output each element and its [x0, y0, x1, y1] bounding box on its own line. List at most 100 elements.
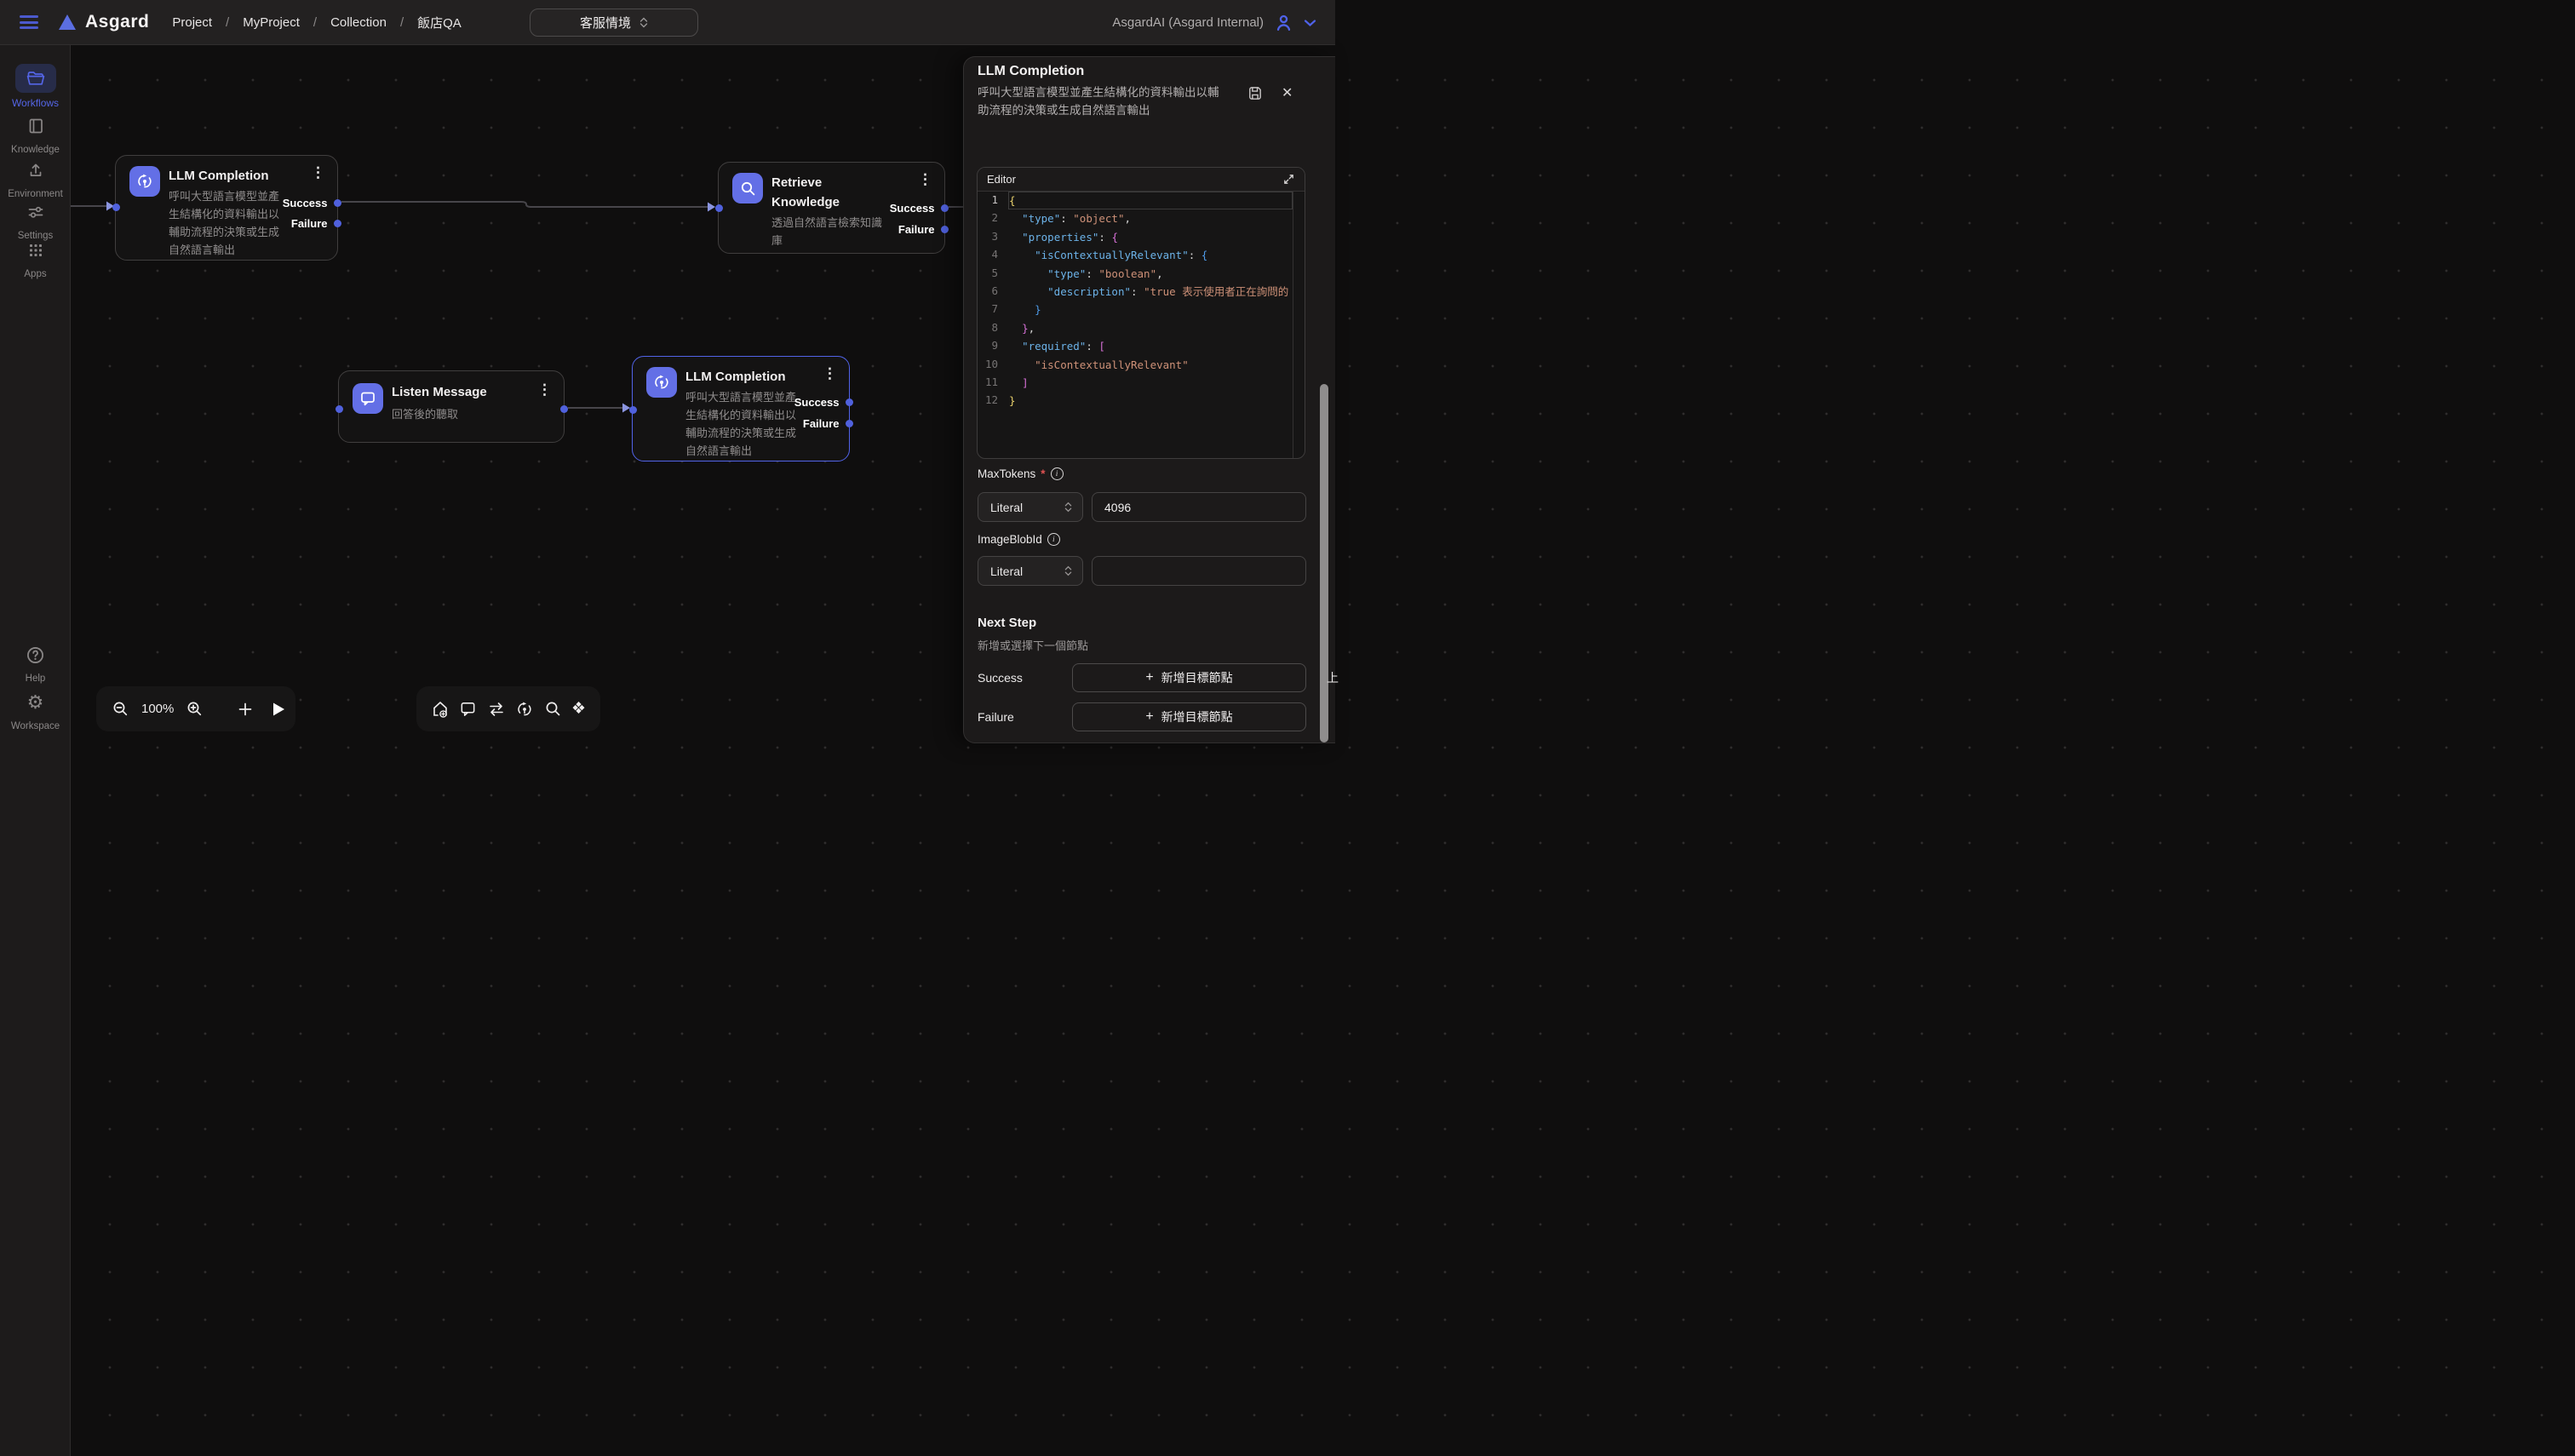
editor-scrollbar[interactable]	[1293, 192, 1305, 458]
logo-text: Asgard	[85, 12, 149, 32]
chat-bubble-icon[interactable]	[459, 700, 477, 718]
search-icon	[732, 173, 763, 203]
close-icon[interactable]: ✕	[1282, 84, 1293, 101]
input-handle[interactable]	[112, 203, 120, 211]
user-icon[interactable]	[1274, 13, 1293, 32]
info-icon[interactable]: i	[1051, 467, 1064, 480]
diamond-branch-icon[interactable]: ❖	[571, 701, 586, 718]
image-blob-type-select[interactable]: Literal	[978, 556, 1083, 586]
logo-triangle	[59, 14, 76, 30]
breadcrumb-current[interactable]: 飯店QA	[417, 14, 462, 32]
play-icon[interactable]	[272, 702, 285, 717]
node-description: 呼叫大型語言模型並產生結構化的資料輸出以輔助流程的決策或生成自然語言輸出	[169, 187, 283, 259]
port-success[interactable]: Success	[283, 195, 341, 210]
app-logo: Asgard	[59, 12, 149, 32]
home-add-icon[interactable]	[431, 700, 450, 719]
code-line[interactable]: 5 "type": "boolean",	[978, 265, 1293, 283]
code-line[interactable]: 12}	[978, 392, 1293, 410]
sidebar-item-knowledge[interactable]: Knowledge	[0, 112, 71, 155]
node-title: LLM Completion	[169, 166, 268, 186]
sidebar-item-help[interactable]: Help	[0, 640, 71, 684]
node-description: 呼叫大型語言模型並產生結構化的資料輸出以輔助流程的決策或生成自然語言輸出	[685, 388, 800, 460]
expand-icon[interactable]	[1282, 173, 1295, 186]
image-blob-input[interactable]	[1092, 556, 1306, 586]
breadcrumb-separator: /	[226, 15, 229, 30]
sidebar-item-workflows[interactable]: Workflows	[0, 64, 71, 109]
code-line[interactable]: 7 }	[978, 301, 1293, 318]
kebab-menu-icon[interactable]: ⋮	[823, 365, 837, 382]
clipped-background-text: 上	[1327, 669, 1339, 686]
node-description: 透過自然語言檢索知識庫	[771, 214, 886, 249]
breadcrumb-separator: /	[400, 15, 404, 30]
port-success[interactable]: Success	[890, 200, 949, 215]
schema-editor[interactable]: Editor 1{2 "type": "object",3 "propertie…	[977, 167, 1305, 459]
node-config-panel: LLM Completion 呼叫大型語言模型並產生結構化的資料輸出以輔助流程的…	[963, 56, 1335, 743]
panel-description: 呼叫大型語言模型並產生結構化的資料輸出以輔助流程的決策或生成自然語言輸出	[978, 83, 1224, 119]
code-line[interactable]: 1{	[978, 192, 1293, 209]
code-line[interactable]: 9 "required": [	[978, 337, 1293, 355]
input-handle[interactable]	[335, 405, 343, 413]
plus-icon: +	[1145, 670, 1153, 685]
book-icon	[15, 112, 56, 140]
breadcrumb-collection[interactable]: Collection	[330, 15, 387, 30]
code-line[interactable]: 4 "isContextuallyRelevant": {	[978, 246, 1293, 264]
sidebar-item-environment[interactable]: Environment	[0, 156, 71, 199]
code-line[interactable]: 3 "properties": {	[978, 228, 1293, 246]
max-tokens-type-select[interactable]: Literal	[978, 492, 1083, 522]
max-tokens-input[interactable]	[1092, 492, 1306, 522]
chevron-down-icon[interactable]	[1304, 19, 1316, 27]
add-target-node-failure-button[interactable]: + 新增目標節點	[1072, 702, 1306, 731]
breadcrumb-project[interactable]: Project	[172, 15, 212, 30]
hamburger-icon[interactable]	[20, 13, 38, 32]
llm-cycle-icon	[646, 367, 677, 398]
node-llm-completion-1[interactable]: LLM Completion 呼叫大型語言模型並產生結構化的資料輸出以輔助流程的…	[115, 155, 338, 261]
code-line[interactable]: 6 "description": "true 表示使用者正在詢問的	[978, 283, 1293, 301]
output-handle[interactable]	[560, 405, 568, 413]
kebab-menu-icon[interactable]: ⋮	[311, 164, 325, 181]
upload-icon	[15, 156, 56, 185]
llm-cycle-icon[interactable]	[515, 700, 534, 719]
search-icon[interactable]	[544, 700, 562, 718]
sliders-icon	[15, 198, 56, 226]
panel-scrollbar-thumb[interactable]	[1320, 384, 1328, 742]
zoom-in-icon[interactable]	[186, 700, 204, 718]
editor-code[interactable]: 1{2 "type": "object",3 "properties": {4 …	[978, 192, 1293, 458]
zoom-level: 100%	[141, 702, 174, 716]
add-node-icon[interactable]	[238, 702, 253, 717]
folder-icon	[15, 64, 56, 93]
port-failure[interactable]: Failure	[898, 221, 949, 237]
code-line[interactable]: 8 },	[978, 319, 1293, 337]
node-listen-message[interactable]: Listen Message 回答後的聽取 ⋮	[338, 370, 565, 443]
port-success[interactable]: Success	[794, 394, 853, 410]
port-failure[interactable]: Failure	[803, 416, 853, 431]
code-line[interactable]: 10 "isContextuallyRelevant"	[978, 356, 1293, 374]
port-failure[interactable]: Failure	[291, 215, 341, 231]
tools-toolbar: ❖	[416, 686, 600, 731]
node-title: LLM Completion	[685, 367, 785, 387]
chat-bubble-icon	[353, 383, 383, 414]
zoom-out-icon[interactable]	[112, 700, 129, 718]
sidebar-item-settings[interactable]: Settings	[0, 198, 71, 241]
input-handle[interactable]	[629, 406, 637, 414]
code-line[interactable]: 2 "type": "object",	[978, 209, 1293, 227]
sidebar-item-workspace[interactable]: ⚙ Workspace	[0, 688, 71, 731]
breadcrumb-myproject[interactable]: MyProject	[243, 15, 300, 30]
sidebar-label: Knowledge	[11, 145, 60, 155]
kebab-menu-icon[interactable]: ⋮	[537, 381, 552, 398]
select-updown-icon	[1064, 565, 1072, 576]
environment-select[interactable]: 客服情境	[530, 9, 698, 37]
user-label: AsgardAI (Asgard Internal)	[1112, 15, 1264, 30]
select-updown-icon	[639, 17, 648, 28]
sidebar-item-apps[interactable]: Apps	[0, 236, 71, 279]
input-handle[interactable]	[715, 204, 723, 212]
node-retrieve-knowledge[interactable]: Retrieve Knowledge 透過自然語言檢索知識庫 ⋮ Success…	[718, 162, 945, 254]
info-icon[interactable]: i	[1047, 533, 1060, 546]
code-line[interactable]: 11 ]	[978, 374, 1293, 392]
swap-arrows-icon[interactable]	[487, 700, 506, 719]
kebab-menu-icon[interactable]: ⋮	[918, 171, 932, 188]
editor-title: Editor	[987, 173, 1016, 186]
apps-grid-icon	[15, 236, 56, 265]
add-target-node-success-button[interactable]: + 新增目標節點	[1072, 663, 1306, 692]
node-llm-completion-2[interactable]: LLM Completion 呼叫大型語言模型並產生結構化的資料輸出以輔助流程的…	[632, 356, 850, 461]
save-icon[interactable]	[1247, 85, 1263, 101]
